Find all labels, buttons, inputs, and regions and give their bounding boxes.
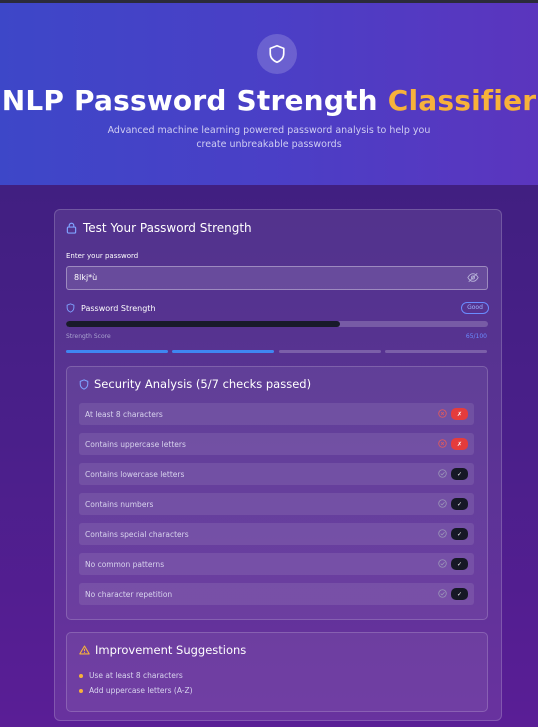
tester-title: Test Your Password Strength	[66, 221, 252, 235]
check-label: At least 8 characters	[85, 410, 163, 419]
check-circle-icon	[438, 499, 447, 508]
check-label: Contains numbers	[85, 500, 154, 509]
score-value: 65/100	[465, 333, 487, 340]
check-circle-icon	[438, 589, 447, 598]
check-label: Contains uppercase letters	[85, 440, 186, 449]
pass-badge: ✓	[451, 468, 468, 480]
check-row: Contains special characters ✓	[79, 523, 474, 545]
check-row: At least 8 characters ✗	[79, 403, 474, 425]
strength-segment-1	[66, 350, 168, 353]
page-subtitle: Advanced machine learning powered passwo…	[107, 125, 431, 150]
check-row: Contains numbers ✓	[79, 493, 474, 515]
check-row: No character repetition ✓	[79, 583, 474, 605]
shield-icon	[269, 44, 285, 64]
pass-badge: ✓	[451, 588, 468, 600]
lock-icon	[66, 222, 77, 234]
check-circle-icon	[438, 469, 447, 478]
strength-segment-3	[279, 350, 381, 353]
check-row: Contains uppercase letters ✗	[79, 433, 474, 455]
x-circle-icon	[438, 409, 447, 418]
x-circle-icon	[438, 439, 447, 448]
suggestion-text: Use at least 8 characters	[89, 671, 183, 680]
suggestion-item: Add uppercase letters (A-Z)	[79, 686, 193, 695]
strength-segment-4	[385, 350, 487, 353]
pass-badge: ✓	[451, 498, 468, 510]
strength-badge: Good	[461, 302, 489, 314]
suggestions-title: Improvement Suggestions	[79, 643, 246, 657]
suggestion-item: Use at least 8 characters	[79, 671, 183, 680]
check-row: Contains lowercase letters ✓	[79, 463, 474, 485]
tester-title-text: Test Your Password Strength	[83, 221, 252, 235]
strength-label: Password Strength	[81, 303, 156, 313]
score-label: Strength Score	[66, 333, 111, 340]
pass-badge: ✓	[451, 558, 468, 570]
check-row: No common patterns ✓	[79, 553, 474, 575]
bullet-icon	[79, 688, 83, 693]
strength-bar-fill	[66, 321, 341, 327]
security-title-text: Security Analysis (5/7 checks passed)	[94, 377, 312, 391]
security-title: Security Analysis (5/7 checks passed)	[79, 377, 311, 391]
bullet-icon	[79, 673, 83, 678]
password-label: Enter your password	[66, 252, 139, 260]
check-label: Contains lowercase letters	[85, 470, 185, 479]
pass-badge: ✓	[451, 528, 468, 540]
shield-outline-icon	[79, 378, 89, 390]
page-title: NLP Password Strength Classifier	[0, 84, 538, 117]
strength-bar	[66, 321, 488, 327]
title-main: NLP Password Strength	[1, 84, 378, 117]
fail-badge: ✗	[451, 438, 468, 450]
suggestions-title-text: Improvement Suggestions	[95, 643, 247, 657]
strength-segment-2	[172, 350, 274, 353]
fail-badge: ✗	[451, 408, 468, 420]
password-input[interactable]: 8lkj*ù	[66, 266, 488, 290]
suggestion-text: Add uppercase letters (A-Z)	[89, 686, 193, 695]
title-accent: Classifier	[387, 84, 537, 117]
strength-header: Password Strength	[66, 303, 156, 313]
check-label: No common patterns	[85, 560, 165, 569]
check-circle-icon	[438, 529, 447, 538]
warning-icon	[79, 645, 90, 655]
check-label: Contains special characters	[85, 530, 189, 539]
eye-off-icon[interactable]	[467, 272, 479, 283]
check-label: No character repetition	[85, 590, 173, 599]
hero-badge	[257, 34, 297, 74]
password-value: 8lkj*ù	[74, 273, 98, 282]
shield-outline-icon	[66, 303, 75, 313]
check-circle-icon	[438, 559, 447, 568]
